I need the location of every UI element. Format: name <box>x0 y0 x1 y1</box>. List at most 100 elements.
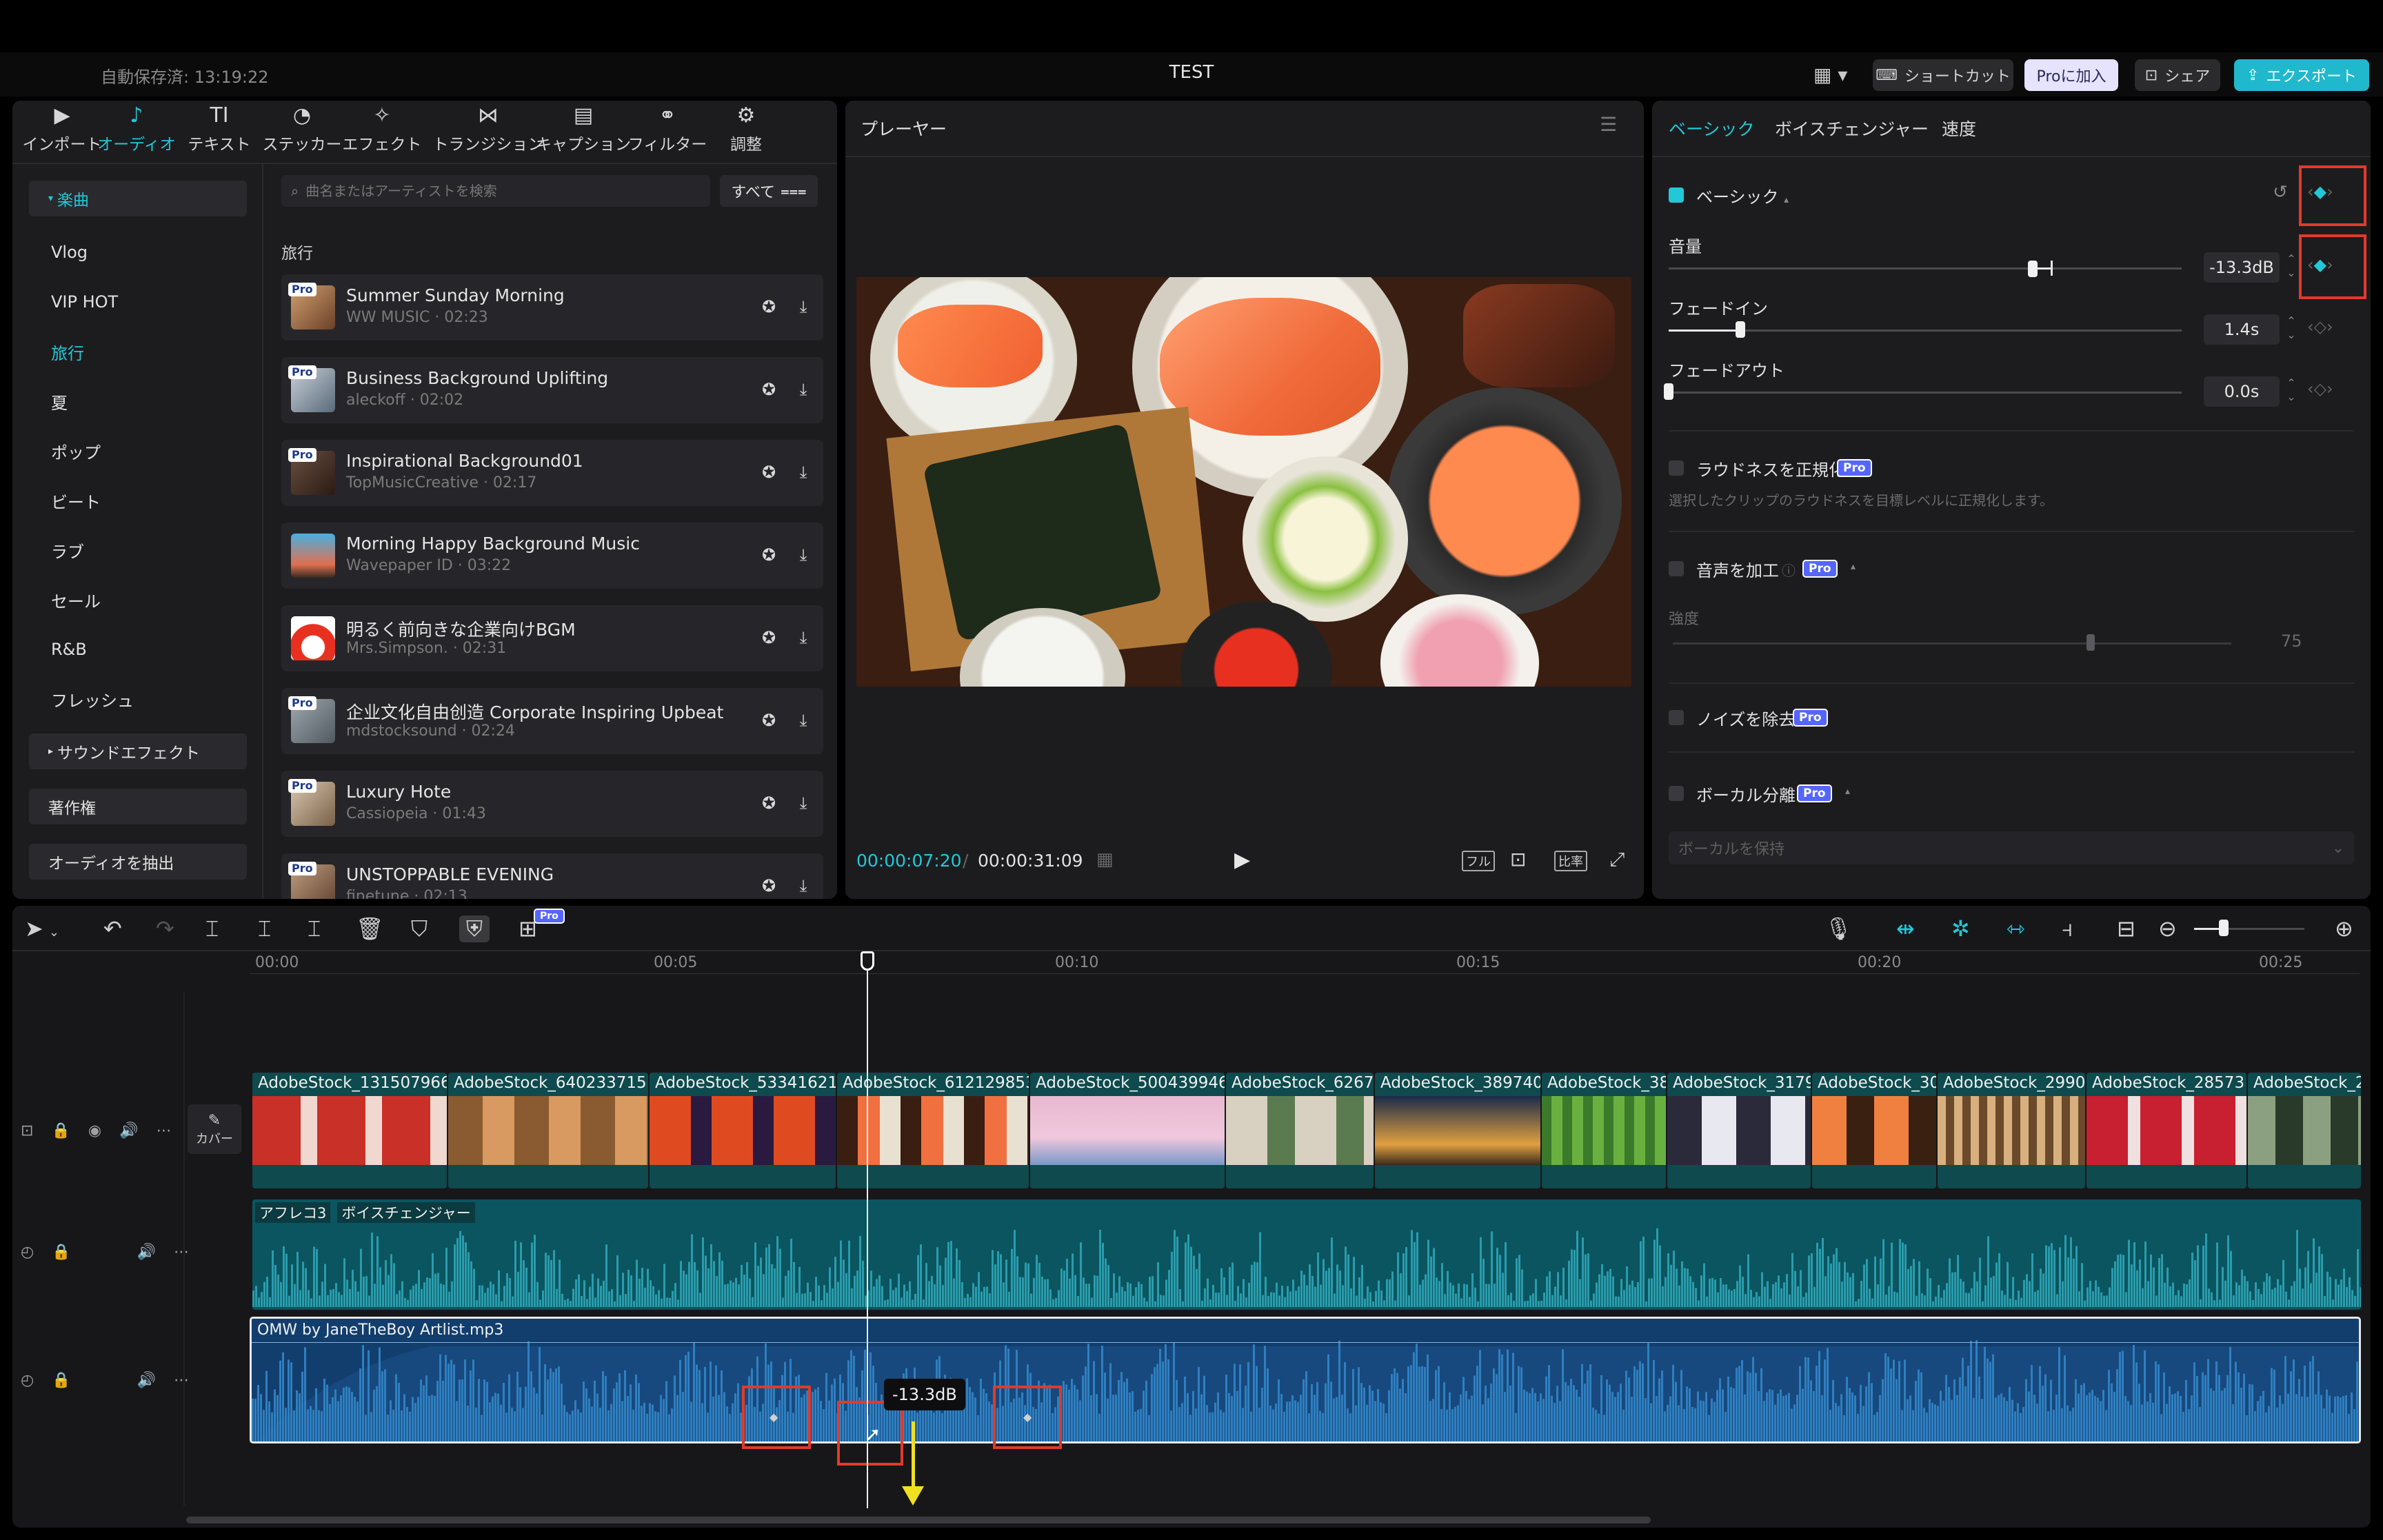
split-left-icon[interactable]: ⌶ <box>258 915 271 942</box>
category-item[interactable]: 旅行 <box>29 334 247 369</box>
music-track[interactable]: Pro Inspirational Background01 TopMusicC… <box>281 440 823 506</box>
audio-keyframe-icon[interactable]: ◆ <box>1023 1410 1032 1424</box>
download-icon[interactable]: ⤓ <box>792 874 815 898</box>
video-clip[interactable]: AdobeStock_500439946 <box>1030 1073 1225 1188</box>
video-clip[interactable]: AdobeStock_389740 <box>1375 1073 1540 1188</box>
music-track[interactable]: Pro Luxury Hote Cassiopeia · 01:43 ✪ ⤓ <box>281 771 823 837</box>
favorite-icon[interactable]: ✪ <box>757 460 781 484</box>
tab-caption[interactable]: ▤ キャプション <box>532 103 634 157</box>
volume-slider-track[interactable] <box>1669 267 2182 270</box>
music-search[interactable]: ⌕ <box>281 175 710 207</box>
fadeout-value[interactable]: 0.0s <box>2204 376 2280 407</box>
tab-adjust[interactable]: ⚙ 調整 <box>702 103 790 157</box>
favorite-icon[interactable]: ✪ <box>757 874 781 898</box>
fadein-keyframe[interactable]: ‹◇› <box>2307 317 2333 336</box>
audio-keyframe-icon[interactable]: ◆ <box>770 1410 778 1424</box>
video-clip[interactable]: AdobeStock_6267 <box>1226 1073 1374 1188</box>
category-item[interactable]: ポップ <box>29 433 247 469</box>
snap-icon[interactable]: ⇿ <box>2007 915 2025 942</box>
video-clip[interactable]: AdobeStock_2990 <box>1938 1073 2085 1188</box>
video-clip[interactable]: AdobeStock_612129853 <box>837 1073 1029 1188</box>
favorite-icon[interactable]: ✪ <box>757 709 781 732</box>
tab-audio[interactable]: ♪ オーディオ <box>92 103 181 157</box>
download-icon[interactable]: ⤓ <box>792 378 815 401</box>
collapse-icon[interactable]: ▴ <box>1845 786 1850 797</box>
microphone-icon[interactable]: 🎙 <box>1824 915 1853 942</box>
favorite-icon[interactable]: ✪ <box>757 378 781 401</box>
speaker-icon[interactable]: 🔊 <box>137 1244 156 1261</box>
extract-audio-button[interactable]: オーディオを抽出 <box>29 844 247 880</box>
video-clip[interactable]: AdobeStock_53341621 <box>650 1073 836 1188</box>
shield-icon[interactable]: ⛨ <box>459 915 490 942</box>
undo-icon[interactable]: ↶ <box>103 915 122 942</box>
video-clip[interactable]: AdobeStock_640233715 <box>448 1073 648 1188</box>
favorite-icon[interactable]: ✪ <box>757 295 781 318</box>
play-button[interactable]: ▶ <box>1234 848 1250 872</box>
fadeout-slider-knob[interactable] <box>1664 383 1673 400</box>
video-clip[interactable]: AdobeStock_3179 <box>1667 1073 1811 1188</box>
more-icon[interactable]: ⋯ <box>174 1244 189 1261</box>
ratio-button[interactable]: 比率 <box>1554 851 1587 871</box>
snapshot-icon[interactable]: ⊡ <box>1510 848 1526 871</box>
favorite-icon[interactable]: ✪ <box>757 791 781 815</box>
redo-icon[interactable]: ↷ <box>156 915 174 942</box>
category-item[interactable]: フレッシュ <box>29 681 247 717</box>
split-screen-icon[interactable]: ⫞ <box>2062 915 2073 942</box>
download-icon[interactable]: ⤓ <box>792 543 815 567</box>
volume-slider-knob[interactable] <box>2028 261 2038 277</box>
category-item[interactable]: R&B <box>29 631 247 667</box>
category-item[interactable]: VIP HOT <box>29 284 247 320</box>
split-icon[interactable]: ⌶ <box>205 915 219 942</box>
basic-checkbox[interactable] <box>1669 188 1684 203</box>
zoom-out-icon[interactable]: ⊖ <box>2158 915 2177 942</box>
select-tool-icon[interactable]: ➤ ⌄ <box>25 915 59 942</box>
fadein-value[interactable]: 1.4s <box>2204 314 2280 345</box>
video-clip[interactable]: AdobeStock_28573 <box>2087 1073 2246 1188</box>
cover-button[interactable]: ✎ カバー <box>188 1104 241 1154</box>
playhead-handle[interactable] <box>861 951 874 971</box>
tab-voice-changer[interactable]: ボイスチェンジャー <box>1775 116 1929 141</box>
download-icon[interactable]: ⤓ <box>792 791 815 815</box>
search-input[interactable] <box>305 183 692 199</box>
category-item[interactable]: ラブ <box>29 532 247 568</box>
category-music-header[interactable]: ▾ 楽曲 <box>29 181 247 216</box>
split-right-icon[interactable]: ⌶ <box>308 915 321 942</box>
eye-icon[interactable]: ◉ <box>88 1122 101 1139</box>
lock-icon[interactable]: 🔒 <box>52 1244 70 1261</box>
fadein-slider-knob[interactable] <box>1736 321 1746 338</box>
video-clip[interactable]: AdobeStock_38 <box>1542 1073 1666 1188</box>
category-item[interactable]: Vlog <box>29 234 247 270</box>
video-clip[interactable]: AdobeStock_131507966 <box>252 1073 447 1188</box>
magnet-icon[interactable]: ✲ <box>1951 915 1970 942</box>
volume-value[interactable]: -13.3dB <box>2204 252 2280 283</box>
timeline-scrollbar[interactable] <box>186 1517 1651 1523</box>
fadeout-keyframe[interactable]: ‹◇› <box>2307 379 2333 398</box>
video-clip[interactable]: AdobeStock_30 <box>1812 1073 1936 1188</box>
lock-icon[interactable]: 🔒 <box>52 1372 70 1389</box>
favorite-icon[interactable]: ✪ <box>757 543 781 567</box>
video-clip[interactable]: AdobeStock_2 <box>2248 1073 2361 1188</box>
music-track[interactable]: Pro Summer Sunday Morning WW MUSIC · 02:… <box>281 274 823 341</box>
loudness-checkbox[interactable] <box>1669 460 1684 476</box>
delete-icon[interactable]: 🗑 <box>356 915 384 942</box>
player-menu-icon[interactable]: ☰ <box>1600 113 1617 136</box>
reset-icon[interactable]: ↺ <box>2273 182 2288 203</box>
preview-axis-icon[interactable]: ⊟ <box>2117 915 2135 942</box>
favorite-icon[interactable]: ✪ <box>757 626 781 649</box>
zoom-in-icon[interactable]: ⊕ <box>2335 915 2353 942</box>
full-quality-button[interactable]: フル <box>1462 851 1495 871</box>
fadein-stepper[interactable]: ⌃ ⌄ <box>2284 314 2299 345</box>
more-icon[interactable]: ⋯ <box>156 1122 171 1139</box>
category-item[interactable]: セール <box>29 582 247 618</box>
tab-filter[interactable]: ⚭ フィルター <box>623 103 712 157</box>
enhance-checkbox[interactable] <box>1669 561 1684 576</box>
category-copyright[interactable]: 著作権 <box>29 789 247 824</box>
category-sound-effects[interactable]: ▸ サウンドエフェクト <box>29 733 247 769</box>
music-track[interactable]: 明るく前向きな企業向けBGM Mrs.Simpson. · 02:31 ✪ ⤓ <box>281 605 823 671</box>
help-icon[interactable]: ⓘ <box>1782 560 1796 580</box>
tab-speed[interactable]: 速度 <box>1942 116 1976 141</box>
music-track[interactable]: Pro UNSTOPPABLE EVENING finetune · 02:13… <box>281 853 823 899</box>
tab-text[interactable]: TI テキスト <box>175 103 263 157</box>
speaker-icon[interactable]: 🔊 <box>119 1122 138 1139</box>
speaker-icon[interactable]: 🔊 <box>137 1372 156 1389</box>
